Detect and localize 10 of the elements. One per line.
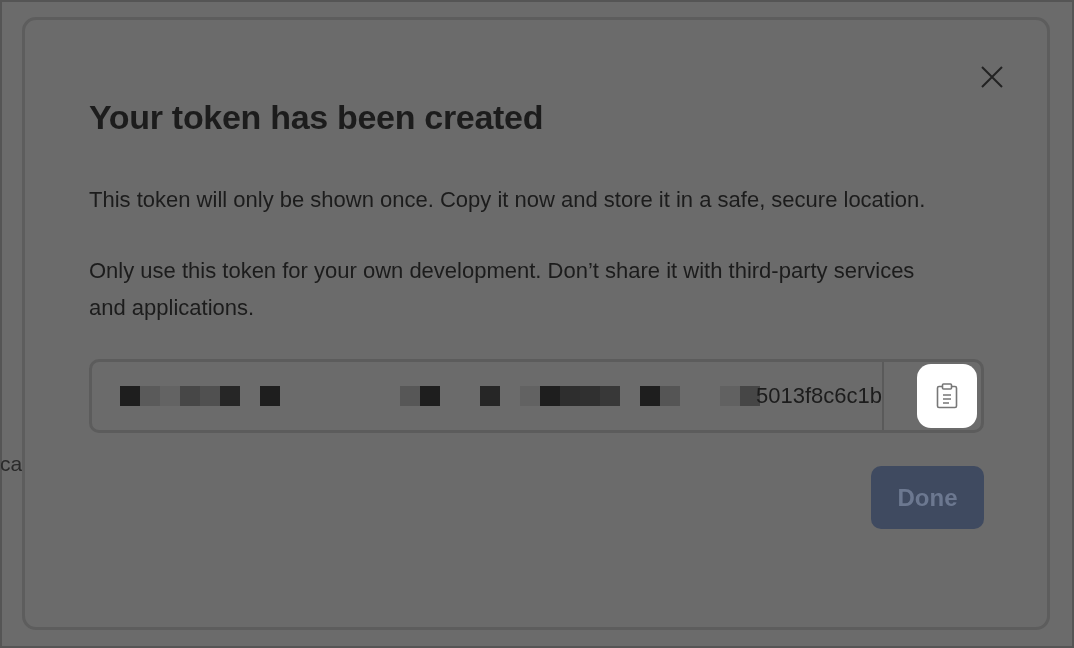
background-text: ca bbox=[0, 452, 23, 476]
close-button[interactable] bbox=[981, 66, 1003, 88]
token-field[interactable]: 5013f8c6c1b bbox=[89, 359, 984, 433]
description-text: Only use this token for your own development. Don’t share it with third-party services and applications. bbox=[89, 257, 916, 322]
description-text: This token will only be shown once. Copy it now and store it in a safe, secure location. bbox=[89, 186, 927, 214]
clipboard-icon bbox=[936, 383, 958, 409]
close-icon bbox=[981, 66, 1003, 88]
dialog-title: Your token has been created bbox=[89, 98, 545, 137]
copy-button[interactable] bbox=[917, 364, 977, 428]
token-value: 5013f8c6c1b bbox=[756, 383, 882, 409]
